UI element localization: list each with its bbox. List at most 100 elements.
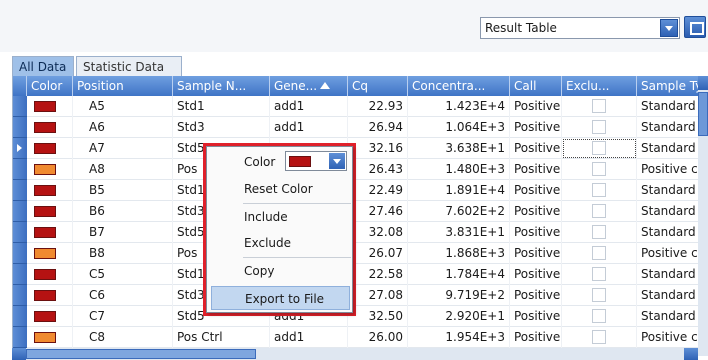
excluded-cell[interactable] [562, 96, 637, 117]
tab-statistic-data[interactable]: Statistic Data [76, 56, 182, 76]
table-row[interactable]: C8 Pos Ctrl add1 26.00 1.954E+3 Positive Posit… [13, 327, 708, 348]
table-row[interactable]: B7 Std5 32.08 3.831E+1 Positive Standard [13, 222, 708, 243]
row-header[interactable] [13, 327, 27, 348]
color-swatch[interactable] [34, 143, 56, 154]
color-swatch[interactable] [34, 122, 56, 133]
horizontal-scroll-thumb[interactable] [26, 349, 256, 359]
row-header[interactable] [13, 264, 27, 285]
table-row[interactable]: A5 Std1 add1 22.93 1.423E+4 Positive Standard [13, 96, 708, 117]
exclude-checkbox[interactable] [592, 246, 606, 260]
color-swatch[interactable] [34, 269, 56, 280]
position-cell[interactable]: B7 [73, 222, 173, 243]
gene-cell[interactable]: add1 [270, 96, 348, 117]
color-cell[interactable] [27, 264, 73, 285]
cq-cell[interactable]: 26.43 [348, 159, 408, 180]
row-header[interactable] [13, 243, 27, 264]
concentration-cell[interactable]: 9.719E+2 [408, 285, 510, 306]
position-cell[interactable]: A5 [73, 96, 173, 117]
color-swatch[interactable] [34, 311, 56, 322]
call-cell[interactable]: Positive [510, 117, 562, 138]
color-cell[interactable] [27, 180, 73, 201]
color-swatch[interactable] [34, 248, 56, 259]
color-swatch[interactable] [34, 227, 56, 238]
gene-cell[interactable]: add1 [270, 327, 348, 348]
concentration-cell[interactable]: 2.920E+1 [408, 306, 510, 327]
color-cell[interactable] [27, 243, 73, 264]
cq-cell[interactable]: 32.50 [348, 306, 408, 327]
position-cell[interactable]: B8 [73, 243, 173, 264]
exclude-checkbox[interactable] [592, 309, 606, 323]
color-cell[interactable] [27, 285, 73, 306]
call-cell[interactable]: Positive [510, 180, 562, 201]
position-cell[interactable]: A7 [73, 138, 173, 159]
call-cell[interactable]: Positive [510, 138, 562, 159]
menu-item-exclude[interactable]: Exclude [211, 231, 350, 255]
position-cell[interactable]: A6 [73, 117, 173, 138]
concentration-cell[interactable]: 3.831E+1 [408, 222, 510, 243]
color-swatch[interactable] [34, 206, 56, 217]
row-header[interactable] [13, 201, 27, 222]
concentration-cell[interactable]: 1.423E+4 [408, 96, 510, 117]
call-cell[interactable]: Positive [510, 222, 562, 243]
cq-cell[interactable]: 27.08 [348, 285, 408, 306]
excluded-cell[interactable] [562, 180, 637, 201]
excluded-cell[interactable] [562, 201, 637, 222]
exclude-checkbox[interactable] [592, 288, 606, 302]
call-cell[interactable]: Positive [510, 264, 562, 285]
color-cell[interactable] [27, 138, 73, 159]
row-header[interactable] [13, 180, 27, 201]
col-gene[interactable]: Gene... [270, 76, 348, 96]
horizontal-scrollbar[interactable] [12, 348, 698, 360]
concentration-cell[interactable]: 7.602E+2 [408, 201, 510, 222]
table-row[interactable]: B6 Std3 27.46 7.602E+2 Positive Standard [13, 201, 708, 222]
excluded-cell[interactable] [562, 327, 637, 348]
color-swatch[interactable] [34, 164, 56, 175]
color-cell[interactable] [27, 96, 73, 117]
vertical-scrollbar[interactable] [698, 76, 708, 356]
cq-cell[interactable]: 26.07 [348, 243, 408, 264]
cq-cell[interactable]: 32.16 [348, 138, 408, 159]
table-row[interactable]: C5 Std1 22.58 1.784E+4 Positive Standard [13, 264, 708, 285]
sample-name-cell[interactable]: Std1 [173, 96, 270, 117]
excluded-cell[interactable] [562, 117, 637, 138]
chevron-down-icon[interactable] [660, 19, 678, 37]
call-cell[interactable]: Positive [510, 201, 562, 222]
menu-item-reset-color[interactable]: Reset Color [211, 177, 350, 201]
col-call[interactable]: Call [510, 76, 562, 96]
sample-name-cell[interactable]: Pos Ctrl [173, 327, 270, 348]
color-picker[interactable] [285, 151, 347, 171]
color-cell[interactable] [27, 222, 73, 243]
col-concentration[interactable]: Concentra... [408, 76, 510, 96]
excluded-cell[interactable] [562, 222, 637, 243]
scroll-right-button[interactable] [684, 348, 698, 360]
color-cell[interactable] [27, 306, 73, 327]
cq-cell[interactable]: 22.58 [348, 264, 408, 285]
exclude-checkbox[interactable] [592, 204, 606, 218]
cq-cell[interactable]: 26.94 [348, 117, 408, 138]
row-header[interactable] [13, 222, 27, 243]
gene-cell[interactable]: add1 [270, 117, 348, 138]
row-header[interactable] [13, 306, 27, 327]
row-header[interactable] [13, 117, 27, 138]
cq-cell[interactable]: 27.46 [348, 201, 408, 222]
color-cell[interactable] [27, 201, 73, 222]
position-cell[interactable]: A8 [73, 159, 173, 180]
excluded-cell[interactable] [562, 138, 637, 159]
exclude-checkbox[interactable] [592, 120, 606, 134]
menu-item-include[interactable]: Include [211, 205, 350, 229]
col-color[interactable]: Color [27, 76, 73, 96]
vertical-scroll-thumb[interactable] [698, 92, 708, 136]
concentration-cell[interactable]: 1.954E+3 [408, 327, 510, 348]
table-row[interactable]: A8 Pos 26.43 1.480E+3 Positive Positive co [13, 159, 708, 180]
concentration-cell[interactable]: 1.064E+3 [408, 117, 510, 138]
col-position[interactable]: Position [73, 76, 173, 96]
call-cell[interactable]: Positive [510, 285, 562, 306]
col-cq[interactable]: Cq [348, 76, 408, 96]
excluded-cell[interactable] [562, 243, 637, 264]
table-row[interactable]: A7 Std5 32.16 3.638E+1 Positive Standard [13, 138, 708, 159]
position-cell[interactable]: C6 [73, 285, 173, 306]
concentration-cell[interactable]: 1.891E+4 [408, 180, 510, 201]
position-cell[interactable]: C5 [73, 264, 173, 285]
color-cell[interactable] [27, 327, 73, 348]
concentration-cell[interactable]: 1.784E+4 [408, 264, 510, 285]
